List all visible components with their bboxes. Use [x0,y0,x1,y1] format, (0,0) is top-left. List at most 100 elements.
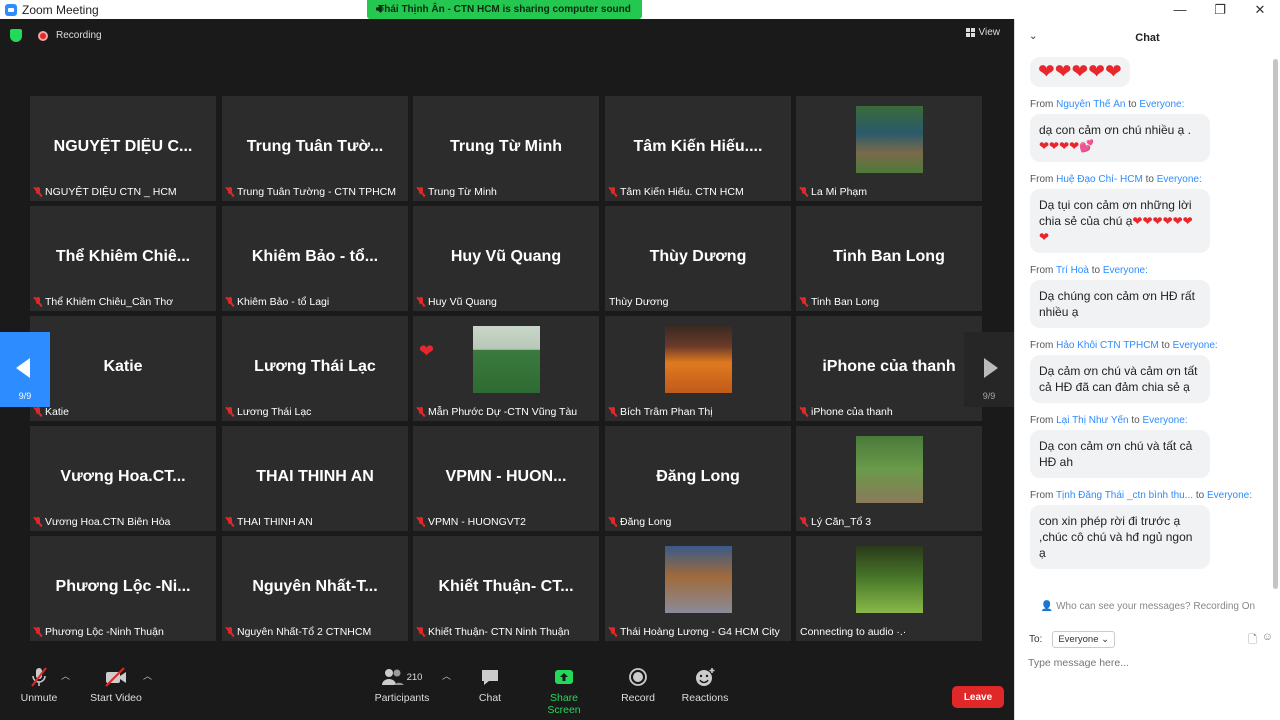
file-icon[interactable]: 🗋 [1248,631,1257,650]
to-word: to [1195,490,1205,501]
participant-name: Trung Tuân Tường - CTN TPHCM [237,186,397,198]
hearts-text: ❤❤❤❤💕 [1039,139,1095,153]
maximize-button[interactable]: ❐ [1200,0,1240,19]
next-page-button[interactable]: 9/9 [964,332,1014,407]
mic-muted-icon [800,517,808,527]
participant-tile[interactable]: Thùy Dương Thùy Dương [605,206,791,311]
chat-label: Chat [478,692,502,704]
minimize-button[interactable]: — [1160,0,1200,19]
participant-tile[interactable]: Katie Katie [30,316,216,421]
participant-tile[interactable]: Trung Từ Minh Trung Từ Minh [413,96,599,201]
participant-label: NGUYỆT DIỆU CTN _ HCM [34,186,177,198]
recording-dot-icon [38,30,48,41]
participants-button[interactable]: 210 Participants [372,665,432,704]
participant-tile[interactable]: Khiết Thuận- CT... Khiết Thuận- CTN Ninh … [413,536,599,641]
record-button[interactable]: Record [620,665,656,704]
participant-tile[interactable]: iPhone của thanh iPhone của thanh [796,316,982,421]
recipient-dropdown[interactable]: Everyone ⌄ [1052,631,1116,648]
recipient-name[interactable]: Everyone: [1103,265,1148,276]
share-screen-icon [555,670,573,684]
participant-tile[interactable]: Vương Hoa.CT... Vương Hoa.CTN Biên Hòa [30,426,216,531]
reactions-smiley-icon [696,668,715,686]
emoji-icon[interactable]: ☺ [1262,631,1273,643]
mic-muted-icon [34,627,42,637]
recipient-name[interactable]: Everyone: [1143,415,1188,426]
sender-name[interactable]: Trí Hoà [1056,265,1089,276]
participant-name: Thái Hoàng Lương - G4 HCM City [620,626,780,638]
chat-messages[interactable]: ❤❤❤❤❤ From Nguyễn Thế Ân to Everyone: dạ … [1015,57,1273,605]
encryption-shield-icon[interactable] [10,29,22,42]
participant-label: Thái Hoàng Lương - G4 HCM City [609,626,780,638]
participant-display-name: VPMN - HUON... [445,468,567,485]
sender-name[interactable]: Lại Thị Như Yến [1056,415,1128,426]
chat-scrollbar[interactable] [1273,59,1278,589]
who-can-see-link[interactable]: 👤 Who can see your messages? Recording O… [1015,601,1280,617]
audio-options-caret-icon[interactable]: ︿ [61,669,70,682]
to-word: to [1131,415,1140,426]
sender-name[interactable]: Tịnh Đăng Thái _ctn bình thu... [1056,490,1193,501]
sender-name[interactable]: Huệ Đạo Chí- HCM [1056,174,1143,185]
recipient-name[interactable]: Everyone: [1157,174,1202,185]
participant-name: Katie [45,406,69,418]
from-word: From [1030,490,1054,501]
page-indicator-right: 9/9 [982,391,996,401]
participant-tile[interactable]: VPMN - HUON... VPMN - HUONGVT2 [413,426,599,531]
sender-name[interactable]: Nguyễn Thế Ân [1056,99,1125,110]
participant-tile[interactable]: THAI THINH AN THAI THINH AN [222,426,408,531]
participant-label: Vương Hoa.CTN Biên Hòa [34,516,170,528]
reactions-button[interactable]: Reactions [680,665,730,704]
participant-tile[interactable]: Phương Lộc -Ni... Phương Lộc -Ninh Thuận [30,536,216,641]
mic-muted-icon [31,667,47,687]
participant-tile[interactable]: Lương Thái Lạc Lương Thái Lạc [222,316,408,421]
chevron-down-icon[interactable]: ⌄ [1029,31,1037,42]
chat-button[interactable]: Chat [474,665,506,704]
chat-message-input[interactable] [1028,653,1268,673]
recipient-name[interactable]: Everyone: [1207,490,1252,501]
view-button[interactable]: View [965,27,1000,38]
recording-label[interactable]: Recording [56,30,102,41]
participant-video-thumbnail [473,326,540,393]
participant-name: Thể Khiêm Chiêu_Cần Thơ [45,296,174,308]
to-word: to [1161,340,1170,351]
participants-caret-icon[interactable]: ︿ [442,669,451,682]
start-video-button[interactable]: Start Video [90,665,142,704]
video-options-caret-icon[interactable]: ︿ [143,669,152,682]
leave-button[interactable]: Leave [952,686,1004,708]
recipient-name[interactable]: Everyone: [1139,99,1184,110]
chat-message-bubble: Dạ cảm ơn chú và cảm ơn tất cả HĐ đã can… [1030,355,1210,403]
participant-tile[interactable]: Bích Trâm Phan Thị [605,316,791,421]
sender-name[interactable]: Hảo Khôi CTN TPHCM [1056,340,1159,351]
participant-tile[interactable]: Mẫn Phước Dự -CTN Vũng Tàu [413,316,599,421]
participant-display-name: THAI THINH AN [256,468,374,485]
sharing-sound-banner[interactable]: Thái Thịnh Ân - CTN HCM is sharing compu… [367,0,642,19]
participant-tile[interactable]: Trung Tuân Tườ... Trung Tuân Tường - CTN … [222,96,408,201]
participant-tile[interactable]: Khiêm Bảo - tổ... Khiêm Bảo - tổ Lagi [222,206,408,311]
unmute-button[interactable]: Unmute [20,665,58,704]
participant-video-thumbnail [665,326,732,393]
participant-tile[interactable]: Nguyên Nhất-T... Nguyên Nhất-Tổ 2 CTNHCM [222,536,408,641]
share-screen-button[interactable]: Share Screen [532,665,596,716]
previous-page-button[interactable]: 9/9 [0,332,50,407]
participant-name: Connecting to audio ·.· [800,626,907,638]
participant-name: La Mi Phạm [811,186,868,198]
chat-message-bubble: Dạ con cảm ơn chú và tất cả HĐ ah [1030,430,1210,478]
title-bar: Zoom Meeting Thái Thịnh Ân - CTN HCM is … [0,0,1280,19]
recipient-name[interactable]: Everyone: [1173,340,1218,351]
participant-tile[interactable]: Tâm Kiến Hiếu.... Tâm Kiến Hiếu. CTN HCM [605,96,791,201]
video-off-icon [105,667,126,687]
close-button[interactable]: ✕ [1240,0,1280,19]
participant-tile[interactable]: Huy Vũ Quang Huy Vũ Quang [413,206,599,311]
participant-tile[interactable]: La Mi Phạm [796,96,982,201]
chat-message-bubble: ❤❤❤❤❤ [1030,57,1130,87]
grid-icon [965,28,975,37]
participant-tile[interactable]: Thái Hoàng Lương - G4 HCM City [605,536,791,641]
from-word: From [1030,99,1054,110]
participant-tile[interactable]: Tinh Ban Long Tinh Ban Long [796,206,982,311]
hearts-text: ❤❤❤❤❤ [1038,61,1122,83]
participant-tile[interactable]: Thể Khiêm Chiê... Thể Khiêm Chiêu_Cần Thơ [30,206,216,311]
participant-tile[interactable]: Connecting to audio ·.· [796,536,982,641]
participant-tile[interactable]: NGUYỆT DIỆU C... NGUYỆT DIỆU CTN _ HCM [30,96,216,201]
participant-tile[interactable]: Đăng Long Đăng Long [605,426,791,531]
to-word: to [1145,174,1154,185]
participant-tile[interactable]: Lý Căn_Tổ 3 [796,426,982,531]
